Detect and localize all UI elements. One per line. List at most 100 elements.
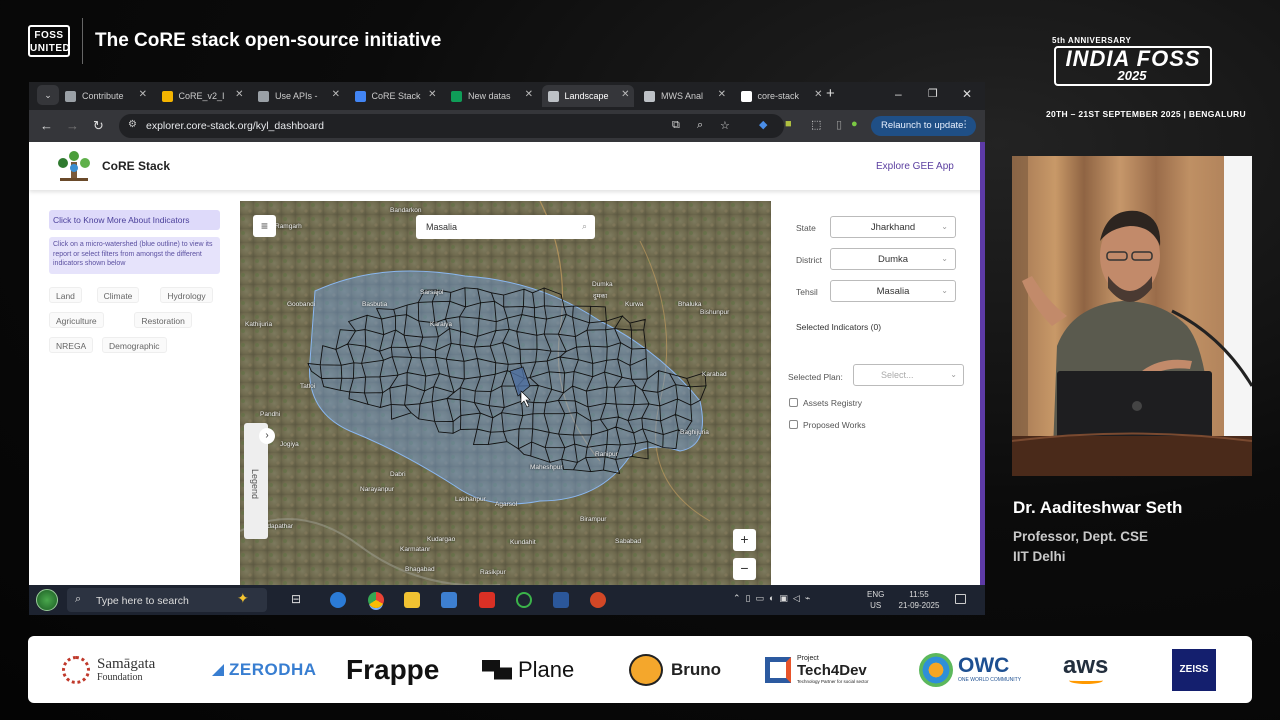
restore-button[interactable]: ❐ [928,87,938,100]
indicator-chip[interactable]: Climate [96,287,140,303]
map-place-label: Rasikpur [480,569,506,576]
tab-search-button[interactable]: ⌄ [37,85,59,105]
logo-line2: UNITED [30,43,71,54]
plan-placeholder: Select... [881,370,914,380]
browser-tab[interactable]: Landscape ✕ [541,85,634,107]
assets-registry-checkbox[interactable] [789,398,798,407]
acrobat-icon[interactable] [479,592,495,608]
bruno-sponsor: Bruno [629,636,721,703]
tehsil-select[interactable]: Masalia ⌄ [830,280,956,302]
chevron-right-icon[interactable]: › [259,428,275,444]
word-icon[interactable] [553,592,569,608]
indicator-chip[interactable]: Land [49,287,82,303]
url-field[interactable]: ⚙ explorer.core-stack.org/kyl_dashboard … [119,114,784,138]
map-canvas[interactable] [240,201,771,585]
zoom-out-button[interactable]: − [733,558,756,580]
site-info-icon[interactable]: ⚙ [128,119,137,130]
image-icon [547,90,559,102]
github-icon [740,90,752,102]
taskbar-clock[interactable]: 11:55 21-09-2025 [894,589,944,611]
notification-icon[interactable] [955,594,966,604]
browser-tab[interactable]: CoRE_v2_I ✕ [156,85,248,107]
browser-tab[interactable]: CoRE Stack ✕ [349,85,441,107]
browser-tab[interactable]: MWS Anal ✕ [638,85,730,107]
zoom-icon[interactable]: ⌕ [697,119,703,132]
header-divider [82,18,83,64]
close-tab-icon[interactable]: ✕ [718,89,726,100]
start-button[interactable] [36,589,58,611]
close-tab-icon[interactable]: ✕ [525,89,533,100]
tab-title: core-stack [757,91,800,101]
speaker-name: Dr. Aaditeshwar Seth [1013,498,1183,517]
tehsil-label: Tehsil [796,287,818,297]
extension-icon[interactable]: ■ [785,118,792,130]
browser-tab[interactable]: Use APIs - ✕ [252,85,344,107]
state-select[interactable]: Jharkhand ⌄ [830,216,956,238]
zoom-in-button[interactable]: + [733,529,756,551]
plan-select[interactable]: Select... ⌄ [853,364,964,386]
map-menu-icon[interactable]: ≡ [253,215,276,237]
legend-label: Legend [250,468,260,500]
browser-tab[interactable]: core-stack ✕ [735,85,827,107]
snipping-tool-icon[interactable] [441,592,457,608]
brand-name: CoRE Stack [102,159,171,173]
close-tab-icon[interactable]: ✕ [621,89,629,100]
new-tab-button[interactable]: + [826,85,835,102]
browser-tab[interactable]: Contribute ✕ [59,85,151,107]
menu-kebab-icon[interactable]: ⋮ [961,119,971,130]
minimize-button[interactable]: – [895,87,902,101]
indicators-info-button[interactable]: Click to Know More About Indicators [49,210,220,230]
system-tray-icons[interactable]: ⌃▯▭◐▣◁⌁ [733,593,815,604]
copilot-sparkle-icon[interactable]: ✦ [237,590,249,607]
windows-taskbar: ⌕ Type here to search ✦ ⊟ ⌃▯▭◐▣◁⌁ ENG US… [29,585,985,615]
zerodha-sponsor: ZERODHA [212,636,317,703]
proposed-works-checkbox[interactable] [789,420,798,429]
indicator-chip[interactable]: Hydrology [160,287,213,303]
task-view-icon[interactable]: ⊟ [291,592,307,608]
watershed-map[interactable]: Bandarkon Ramgarh Dumka दुमका Kurwa Basbutia S… [240,201,771,585]
close-tab-icon[interactable]: ✕ [814,89,822,100]
extension-icon[interactable]: ◆ [759,118,767,131]
map-search-input[interactable]: Masalia ⌕ [416,215,595,239]
indicator-chip[interactable]: Agriculture [49,312,104,328]
close-tab-icon[interactable]: ✕ [428,89,436,100]
assets-registry-label: Assets Registry [803,398,863,408]
extensions-puzzle-icon[interactable]: ⬚ [811,118,821,131]
search-icon[interactable]: ⌕ [582,221,587,232]
indicator-chip[interactable]: Demographic [102,337,167,353]
explore-gee-link[interactable]: Explore GEE App [876,161,954,172]
back-icon[interactable]: ← [40,118,53,133]
map-place-label: Bandarkon [390,207,422,214]
sheets-icon [451,90,462,102]
close-window-button[interactable]: ✕ [962,87,972,101]
close-tab-icon[interactable]: ✕ [139,89,147,100]
tech4dev-sponsor: Project Tech4Dev Technology Partner for … [765,636,869,703]
wordpress-icon [65,90,76,102]
map-place-label: Karmatanr [400,546,431,553]
sidebar-icon[interactable]: ▯ [836,118,842,131]
relaunch-button[interactable]: Relaunch to update ⋮ [871,116,976,136]
cast-icon[interactable]: ⧉ [672,119,680,132]
profile-icon[interactable]: ● [851,118,858,130]
powerpoint-icon[interactable] [590,592,606,608]
app-icon[interactable] [516,592,532,608]
edge-icon[interactable] [330,592,346,608]
bookmark-star-icon[interactable]: ☆ [720,119,730,132]
event-year: 2025 [1117,68,1147,83]
browser-tab[interactable]: New datas ✕ [445,85,537,107]
indicator-chip[interactable]: Restoration [134,312,192,328]
file-explorer-icon[interactable] [404,592,420,608]
close-tab-icon[interactable]: ✕ [332,89,340,100]
reload-icon[interactable]: ↻ [93,118,104,134]
chrome-icon[interactable] [368,592,384,608]
forward-icon[interactable]: → [66,118,79,133]
event-dates: 20TH – 21ST SEPTEMBER 2025 | BENGALURU [1046,109,1246,119]
close-tab-icon[interactable]: ✕ [235,89,243,100]
input-language[interactable]: ENG US [867,589,884,611]
plane-name: Plane [518,656,575,682]
tehsil-value: Masalia [876,286,910,297]
taskbar-search[interactable]: ⌕ Type here to search ✦ [67,588,267,612]
map-place-label: Bhagabad [405,566,435,573]
indicator-chip[interactable]: NREGA [49,337,94,353]
district-select[interactable]: Dumka ⌄ [830,248,956,270]
